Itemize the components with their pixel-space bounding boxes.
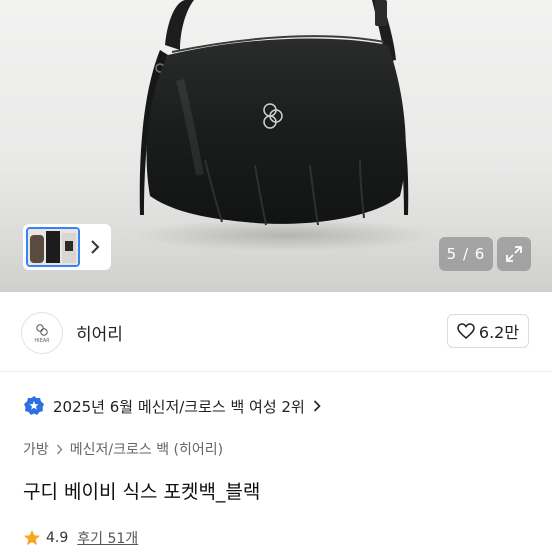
product-image[interactable]: 5 / 6: [0, 0, 552, 292]
chevron-right-icon: [91, 240, 100, 254]
breadcrumb-category[interactable]: 메신저/크로스 백 (히어리): [70, 439, 223, 459]
reviews-link[interactable]: 후기 51개: [77, 528, 138, 548]
like-count: 6.2만: [478, 323, 520, 342]
breadcrumb: 가방 메신저/크로스 백 (히어리): [23, 439, 223, 459]
rating-row: 4.9 후기 51개: [23, 528, 138, 548]
store-name[interactable]: 히어리: [76, 320, 123, 345]
like-button[interactable]: 6.2만: [447, 314, 529, 348]
star-icon: [24, 530, 40, 546]
ranking-text: 2025년 6월 메신저/크로스 백 여성 2위: [53, 397, 305, 416]
thumbnail-photo: [28, 229, 78, 265]
chevron-right-icon: [313, 400, 321, 412]
thumbnail-image[interactable]: [26, 227, 80, 267]
breadcrumb-root[interactable]: 가방: [23, 439, 49, 459]
ranking-link[interactable]: 2025년 6월 메신저/크로스 백 여성 2위: [23, 395, 321, 417]
expand-button[interactable]: [497, 237, 531, 271]
rating-score: 4.9: [46, 530, 69, 546]
heart-icon: [457, 323, 475, 339]
chevron-right-icon: [56, 444, 63, 454]
thumbnail-strip: [23, 224, 111, 270]
store-avatar[interactable]: HIEAR: [21, 312, 63, 354]
store-logo-text: HIEAR: [34, 337, 50, 344]
store-logo-icon: [36, 323, 48, 336]
thumbnail-next-button[interactable]: [82, 227, 108, 267]
expand-icon: [506, 246, 522, 262]
image-counter: 5 / 6: [439, 237, 493, 271]
product-title: 구디 베이비 식스 포켓백_블랙: [23, 481, 261, 503]
ranking-badge-icon: [24, 396, 44, 415]
